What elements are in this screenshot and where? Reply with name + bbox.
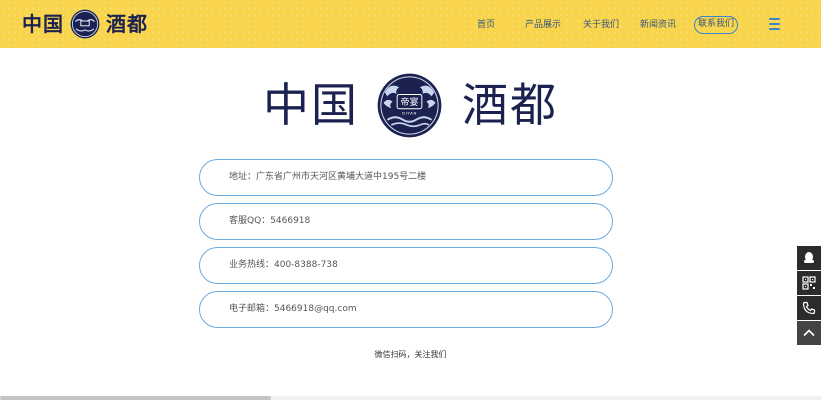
seal-text: 帝宴 (400, 96, 418, 108)
logo-text-right: 酒都 (462, 78, 558, 132)
qr-code-icon (802, 276, 816, 290)
email-text: 电子邮箱：5466918@qq.com (229, 304, 357, 314)
nav-item-products[interactable]: 产品展示 (525, 17, 561, 30)
qq-field: 客服QQ：5466918 (199, 203, 613, 240)
hamburger-menu-icon[interactable] (769, 18, 780, 30)
brand-logo[interactable]: 中国 酒都 (22, 9, 148, 39)
scrollbar-thumb[interactable] (0, 396, 271, 400)
qq-text: 客服QQ：5466918 (229, 216, 311, 226)
qq-button[interactable] (797, 246, 821, 270)
wechat-note: 微信扫码，关注我们 (374, 350, 447, 359)
nav-item-contact[interactable]: 联系我们 (694, 16, 738, 34)
qr-code-button[interactable] (797, 271, 821, 295)
nav-item-about[interactable]: 关于我们 (583, 17, 619, 30)
address-text: 地址：广东省广州市天河区黄埔大道中195号二楼 (229, 172, 427, 182)
qq-icon (804, 252, 814, 263)
back-to-top-icon (803, 329, 815, 337)
horizontal-scrollbar[interactable] (0, 396, 821, 400)
seal-emblem-icon (70, 9, 100, 39)
hotline-text: 业务热线：400-8388-738 (229, 260, 338, 270)
back-to-top-button[interactable] (797, 321, 821, 345)
center-logo: 中国 帝宴 DIYAN 酒都 (263, 73, 558, 137)
email-field: 电子邮箱：5466918@qq.com (199, 291, 613, 328)
brand-text-left: 中国 (22, 12, 64, 36)
brand-text-right: 酒都 (106, 12, 148, 36)
float-toolbar (797, 246, 821, 346)
site-header: 中国 酒都 首页 产品展示 关于我们 新闻资讯 联系我们 (0, 0, 821, 48)
seal-subtext: DIYAN (402, 110, 417, 115)
logo-text-left: 中国 (263, 78, 359, 132)
hotline-field: 业务热线：400-8388-738 (199, 247, 613, 284)
address-field: 地址：广东省广州市天河区黄埔大道中195号二楼 (199, 159, 613, 196)
nav-item-news[interactable]: 新闻资讯 (640, 17, 676, 30)
phone-button[interactable] (797, 296, 821, 320)
diyan-seal-icon: 帝宴 DIYAN (377, 73, 442, 137)
phone-icon (802, 301, 816, 315)
nav-item-home[interactable]: 首页 (477, 17, 495, 30)
